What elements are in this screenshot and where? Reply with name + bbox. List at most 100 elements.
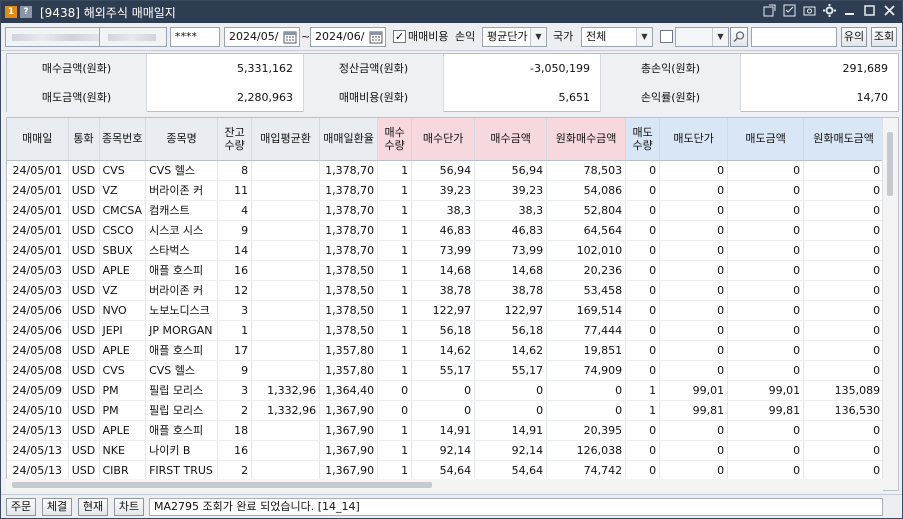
- camera-icon[interactable]: [803, 4, 816, 18]
- table-row[interactable]: 24/05/08 USD APLE 애플 호스피 17 1,357,80 1 14,62 14,…: [7, 340, 885, 361]
- column-header[interactable]: 종목번호: [99, 118, 147, 161]
- fee-amount-label: 매매비용(원화): [304, 83, 444, 112]
- table-cell: 126,038: [546, 440, 627, 461]
- table-cell: 0: [727, 240, 805, 261]
- memo-icon[interactable]: [783, 4, 796, 18]
- chevron-down-icon[interactable]: ▼: [530, 28, 546, 46]
- close-icon[interactable]: [883, 4, 896, 18]
- table-cell: [251, 460, 321, 481]
- table-row[interactable]: 24/05/06 USD NVO 노보노디스크 3 1,378,50 1 122,97 122,…: [7, 300, 885, 321]
- column-header[interactable]: 통화: [68, 118, 100, 161]
- table-row[interactable]: 24/05/01 USD CMCSA 컴캐스트 4 1,378,70 1 38,3 38,3 52…: [7, 200, 885, 221]
- column-header[interactable]: 잔고 수량: [217, 118, 253, 161]
- table-cell: 0: [727, 220, 805, 241]
- help-badge[interactable]: ?: [20, 6, 32, 18]
- column-header[interactable]: 매수단가: [411, 118, 476, 161]
- table-cell: 16: [217, 440, 253, 461]
- maximize-icon[interactable]: [863, 4, 876, 18]
- table-row[interactable]: 24/05/13 USD APLE 애플 호스피 18 1,367,90 1 14,91 14,…: [7, 420, 885, 441]
- table-row[interactable]: 24/05/01 USD SBUX 스타벅스 14 1,378,70 1 73,99 73,99…: [7, 240, 885, 261]
- table-cell: 54,086: [546, 180, 627, 201]
- horizontal-scroll-thumb[interactable]: [12, 482, 432, 488]
- column-header[interactable]: 종목명: [145, 118, 219, 161]
- table-cell: 0: [727, 260, 805, 281]
- table-cell: 1,378,70: [319, 220, 379, 241]
- stock-name-field[interactable]: [751, 27, 837, 47]
- column-header[interactable]: 매도단가: [659, 118, 729, 161]
- notice-button[interactable]: 유의: [841, 27, 867, 47]
- table-cell: SBUX: [99, 240, 147, 261]
- table-row[interactable]: 24/05/10 USD PM 필립 모리스 2 1,332,96 1,367,90 0 0 0 0…: [7, 400, 885, 421]
- chevron-down-icon[interactable]: ▼: [712, 28, 728, 46]
- table-cell: [251, 260, 321, 281]
- table-cell: 0: [803, 180, 885, 201]
- table-cell: 0: [474, 400, 548, 421]
- table-cell: [251, 280, 321, 301]
- table-cell: 노보노디스크: [145, 300, 219, 321]
- chart-button[interactable]: 차트: [114, 498, 144, 516]
- table-cell: 1: [377, 280, 413, 301]
- horizontal-scrollbar[interactable]: [6, 479, 883, 491]
- minimize-icon[interactable]: [843, 4, 856, 18]
- table-row[interactable]: 24/05/03 USD VZ 버라이존 커 12 1,378,50 1 38,78 38,78…: [7, 280, 885, 301]
- table-cell: 24/05/08: [7, 360, 69, 381]
- table-cell: 0: [411, 400, 476, 421]
- trade-journal-grid[interactable]: 매매일 통화 종목번호 종목명 잔고 수량 매입평균환 매매일환율 매수 수량 매수단가 매수금액…: [6, 117, 899, 491]
- table-cell: 24/05/10: [7, 400, 69, 421]
- date-to-field[interactable]: 2024/06/: [310, 27, 386, 47]
- vertical-scroll-thumb[interactable]: [887, 132, 893, 196]
- column-header[interactable]: 매도 수량: [625, 118, 661, 161]
- column-header[interactable]: 원화매도금액: [803, 118, 885, 161]
- stock-code-select[interactable]: ▼: [675, 27, 729, 47]
- table-cell: 1,332,96: [251, 380, 321, 401]
- pnl-method-select[interactable]: 평균단가 ▼: [482, 27, 547, 47]
- table-row[interactable]: 24/05/09 USD PM 필립 모리스 3 1,332,96 1,364,40 0 0 0 0…: [7, 380, 885, 401]
- table-cell: APLE: [99, 260, 147, 281]
- table-row[interactable]: 24/05/01 USD VZ 버라이존 커 11 1,378,70 1 39,23 39,23…: [7, 180, 885, 201]
- fill-button[interactable]: 체결: [42, 498, 72, 516]
- screen-number-badge[interactable]: 1: [5, 6, 17, 18]
- table-cell: 14,91: [474, 420, 548, 441]
- column-header[interactable]: 매매일: [7, 118, 69, 161]
- search-button[interactable]: [730, 27, 748, 47]
- table-cell: 9: [217, 220, 253, 241]
- column-header[interactable]: 매수 수량: [377, 118, 413, 161]
- table-cell: 1,378,50: [319, 320, 379, 341]
- table-cell: 38,78: [411, 280, 476, 301]
- table-cell: 0: [625, 260, 661, 281]
- table-row[interactable]: 24/05/08 USD CVS CVS 헬스 9 1,357,80 1 55,17 55,17…: [7, 360, 885, 381]
- table-cell: 1: [217, 320, 253, 341]
- table-cell: 20,395: [546, 420, 627, 441]
- table-row[interactable]: 24/05/06 USD JEPI JP MORGAN 1 1,378,50 1 56,18 5…: [7, 320, 885, 341]
- date-from-field[interactable]: 2024/05/: [224, 27, 300, 47]
- column-header[interactable]: 매매일환율: [319, 118, 379, 161]
- column-header[interactable]: 매입평균환: [251, 118, 321, 161]
- table-row[interactable]: 24/05/03 USD APLE 애플 호스피 16 1,378,50 1 14,68 14,…: [7, 260, 885, 281]
- chevron-down-icon[interactable]: ▼: [636, 28, 652, 46]
- country-select[interactable]: 전체 ▼: [581, 27, 653, 47]
- table-cell: [251, 360, 321, 381]
- fee-include-checkbox[interactable]: ✓: [393, 30, 406, 43]
- current-price-button[interactable]: 현재: [78, 498, 108, 516]
- order-button[interactable]: 주문: [6, 498, 36, 516]
- column-header[interactable]: 매도금액: [727, 118, 805, 161]
- country-label: 국가: [553, 30, 574, 43]
- table-row[interactable]: 24/05/01 USD CSCO 시스코 시스 9 1,378,70 1 46,83 46,8…: [7, 220, 885, 241]
- link-screen-icon[interactable]: [763, 4, 776, 18]
- table-row[interactable]: 24/05/01 USD CVS CVS 헬스 8 1,378,70 1 56,94 56,94…: [7, 160, 885, 181]
- query-button[interactable]: 조회: [871, 27, 897, 47]
- column-header[interactable]: 매수금액: [474, 118, 548, 161]
- settings-gear-icon[interactable]: [823, 4, 836, 18]
- table-cell: USD: [68, 400, 100, 421]
- stock-filter-checkbox[interactable]: [660, 30, 673, 43]
- password-field[interactable]: ****: [170, 27, 220, 47]
- vertical-scrollbar[interactable]: [882, 118, 898, 490]
- table-row[interactable]: 24/05/13 USD CIBR FIRST TRUS 2 1,367,90 1 54,64…: [7, 460, 885, 481]
- calendar-icon[interactable]: [368, 29, 384, 45]
- table-row[interactable]: 24/05/13 USD NKE 나이키 B 16 1,367,90 1 92,14 92,14…: [7, 440, 885, 461]
- calendar-icon[interactable]: [282, 29, 298, 45]
- table-cell: 0: [727, 280, 805, 301]
- title-bar: 1 ? [9438] 해외주식 매매일지: [1, 1, 902, 23]
- table-cell: 0: [625, 180, 661, 201]
- column-header[interactable]: 원화매수금액: [546, 118, 627, 161]
